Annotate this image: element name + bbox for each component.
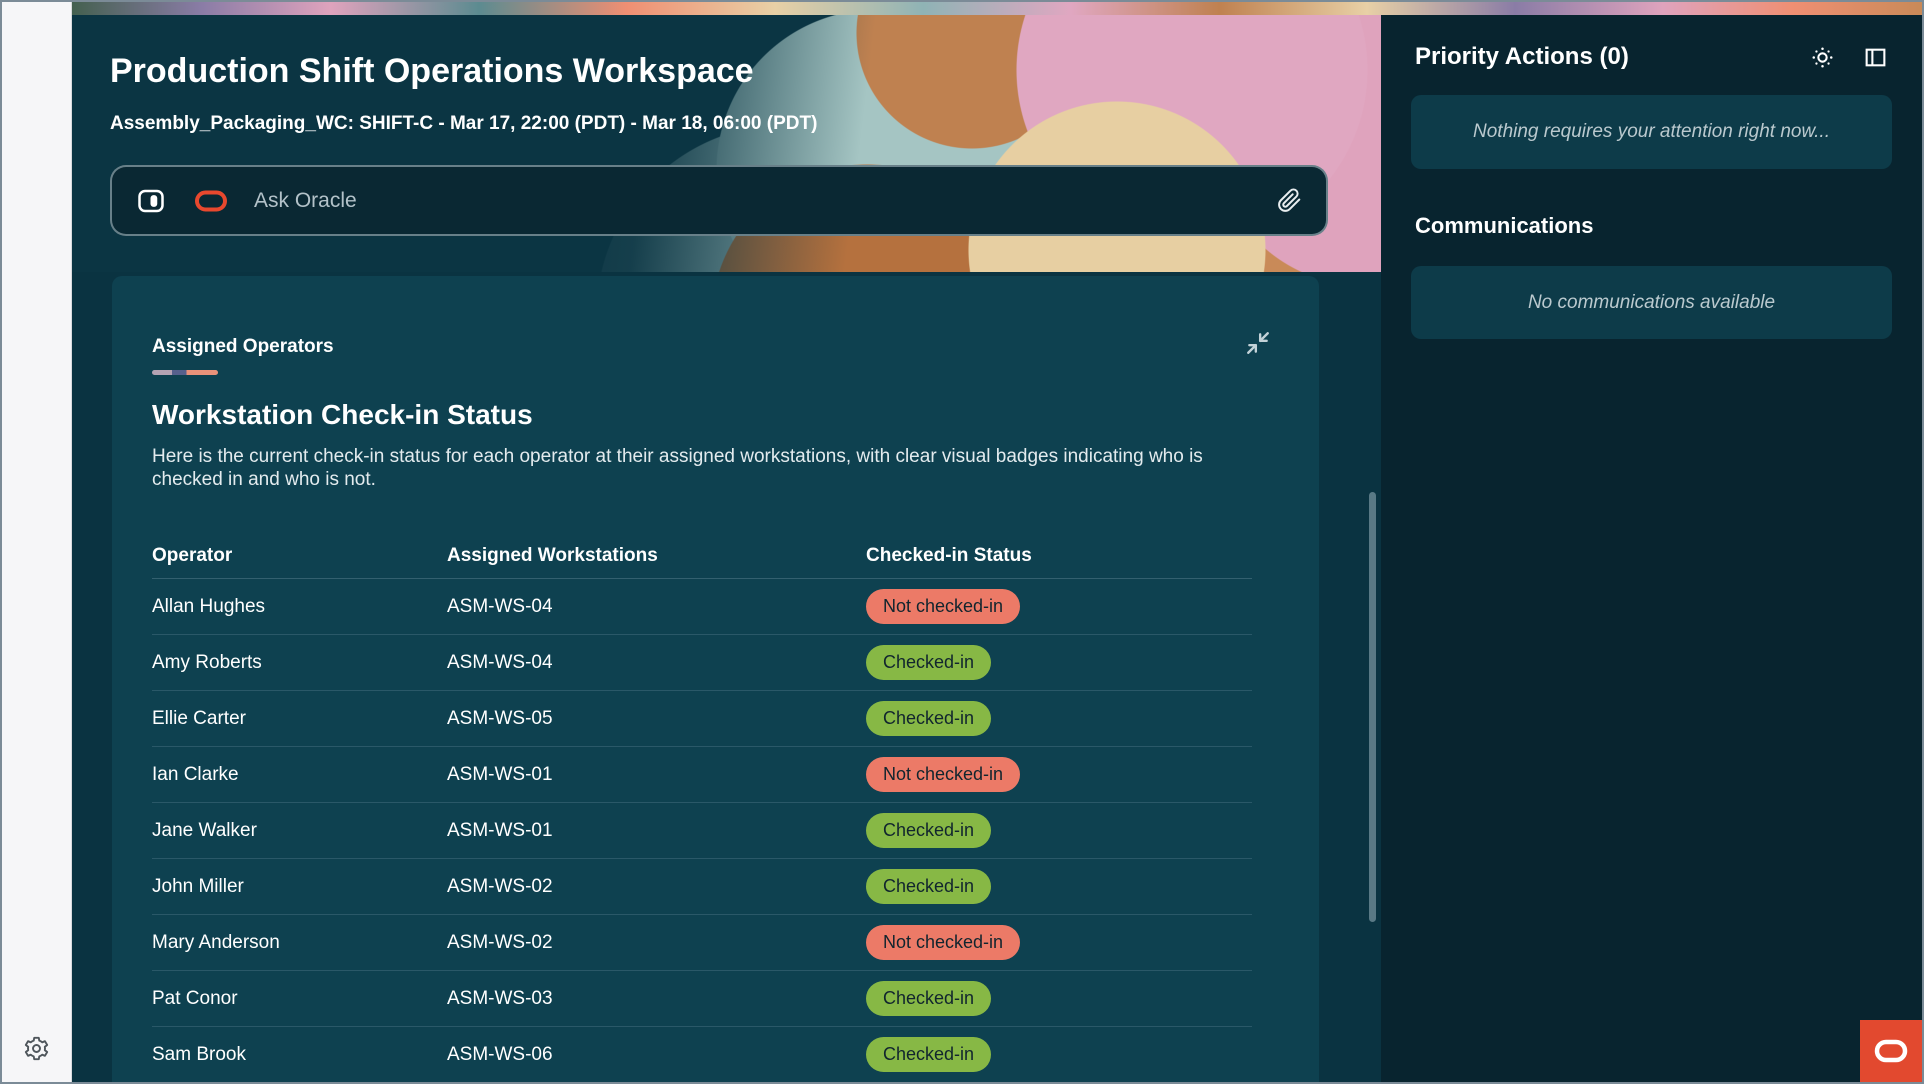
status-badge: Checked-in (866, 645, 991, 680)
accent-divider (152, 370, 218, 375)
status-badge: Checked-in (866, 1037, 991, 1072)
shift-subtitle: Assembly_Packaging_WC: SHIFT-C - Mar 17,… (110, 113, 817, 135)
table-row: Sam Brook ASM-WS-06 Checked-in (152, 1027, 1252, 1083)
status-badge: Not checked-in (866, 757, 1020, 792)
operator-table-body: Allan Hughes ASM-WS-04 Not checked-in Am… (152, 579, 1252, 1083)
priority-actions-title: Priority Actions (0) (1415, 43, 1782, 71)
oracle-logo-icon (194, 189, 228, 213)
workstation-id: ASM-WS-02 (447, 932, 866, 954)
table-row: Ian Clarke ASM-WS-01 Not checked-in (152, 747, 1252, 803)
operator-name: Amy Roberts (152, 652, 447, 674)
sparkle-sun-icon[interactable] (1810, 45, 1835, 70)
workstation-id: ASM-WS-01 (447, 764, 866, 786)
side-panel-icon[interactable] (1863, 45, 1888, 70)
priority-actions-empty-card: Nothing requires your attention right no… (1411, 95, 1892, 169)
workstation-id: ASM-WS-03 (447, 988, 866, 1010)
column-header-operator: Operator (152, 545, 447, 567)
status-badge: Checked-in (866, 813, 991, 848)
table-row: Pat Conor ASM-WS-03 Checked-in (152, 971, 1252, 1027)
paperclip-icon[interactable] (1277, 188, 1302, 213)
status-badge: Checked-in (866, 869, 991, 904)
workstation-id: ASM-WS-01 (447, 820, 866, 842)
scrollbar-thumb[interactable] (1369, 492, 1376, 922)
table-row: Jane Walker ASM-WS-01 Checked-in (152, 803, 1252, 859)
operator-name: Mary Anderson (152, 932, 447, 954)
panel-toggle-icon[interactable] (136, 186, 166, 216)
operator-name: John Miller (152, 876, 447, 898)
priority-actions-header: Priority Actions (0) (1415, 43, 1888, 71)
workstation-id: ASM-WS-06 (447, 1044, 866, 1066)
decorative-artwork-strip (72, 2, 1922, 15)
table-row: Mary Anderson ASM-WS-02 Not checked-in (152, 915, 1252, 971)
oracle-assistant-button[interactable] (1860, 1020, 1922, 1082)
card-title: Workstation Check-in Status (152, 399, 1279, 431)
page-title: Production Shift Operations Workspace (110, 52, 754, 91)
status-badge: Not checked-in (866, 925, 1020, 960)
card-description: Here is the current check-in status for … (152, 445, 1244, 491)
priority-actions-panel: Priority Actions (0) Nothing requires yo… (1381, 15, 1922, 1082)
app-window: Production Shift Operations Workspace As… (0, 0, 1924, 1084)
communications-empty-card: No communications available (1411, 266, 1892, 339)
column-header-status: Checked-in Status (866, 545, 1252, 567)
priority-empty-text: Nothing requires your attention right no… (1473, 121, 1830, 143)
ask-oracle-placeholder: Ask Oracle (254, 189, 1277, 213)
workstation-id: ASM-WS-04 (447, 596, 866, 618)
collapse-icon[interactable] (1245, 330, 1271, 356)
communications-title: Communications (1415, 213, 1888, 239)
main-content: Production Shift Operations Workspace As… (72, 15, 1381, 1082)
operator-name: Sam Brook (152, 1044, 447, 1066)
operator-name: Pat Conor (152, 988, 447, 1010)
operator-name: Ellie Carter (152, 708, 447, 730)
table-row: Ellie Carter ASM-WS-05 Checked-in (152, 691, 1252, 747)
table-header-row: Operator Assigned Workstations Checked-i… (152, 533, 1252, 579)
status-badge: Not checked-in (866, 589, 1020, 624)
workstation-id: ASM-WS-05 (447, 708, 866, 730)
ask-oracle-input[interactable]: Ask Oracle (110, 165, 1328, 236)
settings-gear-icon[interactable] (23, 1035, 50, 1062)
left-rail (2, 2, 72, 1082)
assigned-operators-card: Assigned Operators Workstation Check-in … (112, 276, 1319, 1084)
table-row: John Miller ASM-WS-02 Checked-in (152, 859, 1252, 915)
oracle-logo-icon (1873, 1038, 1909, 1064)
workstation-id: ASM-WS-02 (447, 876, 866, 898)
workspace-banner: Production Shift Operations Workspace As… (72, 15, 1381, 272)
card-eyebrow: Assigned Operators (152, 336, 1279, 358)
table-row: Amy Roberts ASM-WS-04 Checked-in (152, 635, 1252, 691)
status-badge: Checked-in (866, 981, 991, 1016)
operator-name: Allan Hughes (152, 596, 447, 618)
operator-table: Operator Assigned Workstations Checked-i… (152, 533, 1252, 1083)
communications-empty-text: No communications available (1528, 292, 1775, 314)
column-header-workstations: Assigned Workstations (447, 545, 866, 567)
operator-name: Ian Clarke (152, 764, 447, 786)
workstation-id: ASM-WS-04 (447, 652, 866, 674)
operator-name: Jane Walker (152, 820, 447, 842)
table-row: Allan Hughes ASM-WS-04 Not checked-in (152, 579, 1252, 635)
status-badge: Checked-in (866, 701, 991, 736)
